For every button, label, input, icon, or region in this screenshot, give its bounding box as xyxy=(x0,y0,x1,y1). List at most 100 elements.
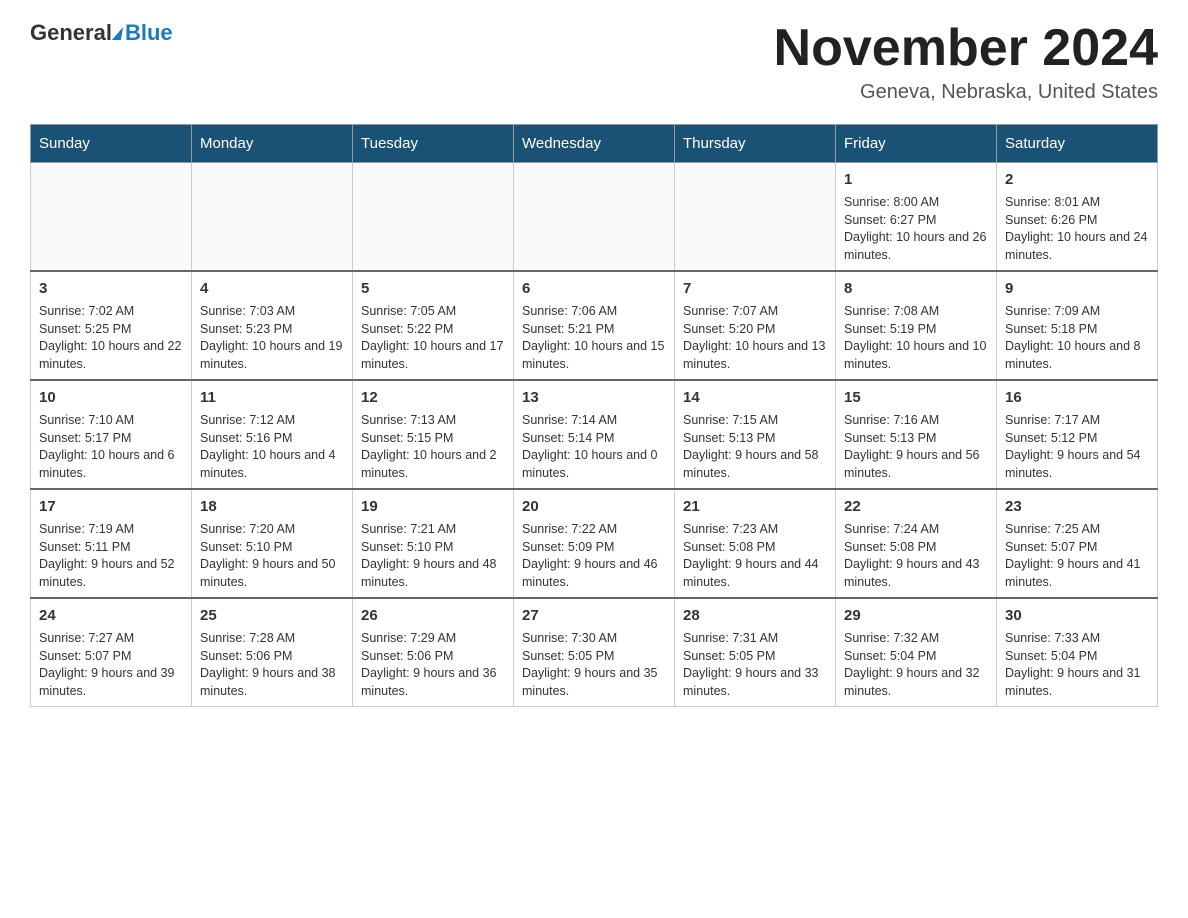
day-info: Sunrise: 7:02 AM Sunset: 5:25 PM Dayligh… xyxy=(39,303,183,373)
day-number: 23 xyxy=(1005,496,1149,517)
calendar-day-cell: 3Sunrise: 7:02 AM Sunset: 5:25 PM Daylig… xyxy=(31,271,192,380)
day-info: Sunrise: 7:30 AM Sunset: 5:05 PM Dayligh… xyxy=(522,630,666,700)
calendar-day-cell: 10 Sunrise: 7:10 AM Sunset: 5:17 PM Dayli… xyxy=(31,380,192,489)
weekday-header-sunday: Sunday xyxy=(31,125,192,163)
day-info: Sunrise: 7:13 AM Sunset: 5:15 PM Dayligh… xyxy=(361,412,505,482)
day-info: Sunrise: 7:09 AM Sunset: 5:18 PM Dayligh… xyxy=(1005,303,1149,373)
calendar-day-cell: 13 Sunrise: 7:14 AM Sunset: 5:14 PM Dayli… xyxy=(514,380,675,489)
calendar-day-cell: 12Sunrise: 7:13 AM Sunset: 5:15 PM Dayli… xyxy=(353,380,514,489)
day-number: 2 xyxy=(1005,169,1149,190)
page-header: General Blue November 2024 Geneva, Nebra… xyxy=(30,20,1158,104)
day-number: 18 xyxy=(200,496,344,517)
logo-blue-text: Blue xyxy=(125,20,173,46)
day-number: 10 xyxy=(39,387,183,408)
day-info: Sunrise: 7:23 AM Sunset: 5:08 PM Dayligh… xyxy=(683,521,827,591)
day-number: 19 xyxy=(361,496,505,517)
weekday-header-thursday: Thursday xyxy=(675,125,836,163)
day-info: Sunrise: 7:07 AM Sunset: 5:20 PM Dayligh… xyxy=(683,303,827,373)
calendar-day-cell xyxy=(514,163,675,272)
day-number: 20 xyxy=(522,496,666,517)
calendar-day-cell: 30 Sunrise: 7:33 AM Sunset: 5:04 PM Dayli… xyxy=(997,598,1158,707)
calendar-day-cell: 25Sunrise: 7:28 AM Sunset: 5:06 PM Dayli… xyxy=(192,598,353,707)
day-info: Sunrise: 7:29 AM Sunset: 5:06 PM Dayligh… xyxy=(361,630,505,700)
day-number: 27 xyxy=(522,605,666,626)
title-area: November 2024 Geneva, Nebraska, United S… xyxy=(774,20,1158,104)
calendar-day-cell: 11 Sunrise: 7:12 AM Sunset: 5:16 PM Dayli… xyxy=(192,380,353,489)
day-info: Sunrise: 7:12 AM Sunset: 5:16 PM Dayligh… xyxy=(200,412,344,482)
day-info: Sunrise: 7:25 AM Sunset: 5:07 PM Dayligh… xyxy=(1005,521,1149,591)
logo-general-text: General xyxy=(30,20,112,46)
day-info: Sunrise: 7:19 AM Sunset: 5:11 PM Dayligh… xyxy=(39,521,183,591)
calendar-day-cell: 27 Sunrise: 7:30 AM Sunset: 5:05 PM Dayli… xyxy=(514,598,675,707)
day-info: Sunrise: 7:32 AM Sunset: 5:04 PM Dayligh… xyxy=(844,630,988,700)
calendar-day-cell: 17Sunrise: 7:19 AM Sunset: 5:11 PM Dayli… xyxy=(31,489,192,598)
weekday-header-friday: Friday xyxy=(836,125,997,163)
day-info: Sunrise: 7:21 AM Sunset: 5:10 PM Dayligh… xyxy=(361,521,505,591)
day-number: 24 xyxy=(39,605,183,626)
day-info: Sunrise: 7:05 AM Sunset: 5:22 PM Dayligh… xyxy=(361,303,505,373)
day-number: 22 xyxy=(844,496,988,517)
day-info: Sunrise: 7:14 AM Sunset: 5:14 PM Dayligh… xyxy=(522,412,666,482)
calendar-day-cell: 14Sunrise: 7:15 AM Sunset: 5:13 PM Dayli… xyxy=(675,380,836,489)
calendar-day-cell: 9 Sunrise: 7:09 AM Sunset: 5:18 PM Daylig… xyxy=(997,271,1158,380)
calendar-day-cell xyxy=(353,163,514,272)
calendar-day-cell: 18Sunrise: 7:20 AM Sunset: 5:10 PM Dayli… xyxy=(192,489,353,598)
day-info: Sunrise: 7:17 AM Sunset: 5:12 PM Dayligh… xyxy=(1005,412,1149,482)
day-number: 8 xyxy=(844,278,988,299)
day-info: Sunrise: 7:06 AM Sunset: 5:21 PM Dayligh… xyxy=(522,303,666,373)
calendar-day-cell: 4Sunrise: 7:03 AM Sunset: 5:23 PM Daylig… xyxy=(192,271,353,380)
weekday-header-wednesday: Wednesday xyxy=(514,125,675,163)
calendar-day-cell: 23 Sunrise: 7:25 AM Sunset: 5:07 PM Dayli… xyxy=(997,489,1158,598)
main-title: November 2024 xyxy=(774,20,1158,77)
calendar-week-row: 1Sunrise: 8:00 AM Sunset: 6:27 PM Daylig… xyxy=(31,163,1158,272)
day-number: 15 xyxy=(844,387,988,408)
weekday-header-monday: Monday xyxy=(192,125,353,163)
calendar-day-cell: 26 Sunrise: 7:29 AM Sunset: 5:06 PM Dayli… xyxy=(353,598,514,707)
day-number: 30 xyxy=(1005,605,1149,626)
day-info: Sunrise: 7:22 AM Sunset: 5:09 PM Dayligh… xyxy=(522,521,666,591)
day-info: Sunrise: 7:31 AM Sunset: 5:05 PM Dayligh… xyxy=(683,630,827,700)
calendar-day-cell: 22 Sunrise: 7:24 AM Sunset: 5:08 PM Dayli… xyxy=(836,489,997,598)
day-info: Sunrise: 7:03 AM Sunset: 5:23 PM Dayligh… xyxy=(200,303,344,373)
calendar-day-cell xyxy=(31,163,192,272)
day-number: 5 xyxy=(361,278,505,299)
calendar-week-row: 10 Sunrise: 7:10 AM Sunset: 5:17 PM Dayli… xyxy=(31,380,1158,489)
calendar-day-cell xyxy=(675,163,836,272)
day-number: 25 xyxy=(200,605,344,626)
day-number: 28 xyxy=(683,605,827,626)
day-info: Sunrise: 7:27 AM Sunset: 5:07 PM Dayligh… xyxy=(39,630,183,700)
calendar-day-cell: 24 Sunrise: 7:27 AM Sunset: 5:07 PM Dayli… xyxy=(31,598,192,707)
day-number: 1 xyxy=(844,169,988,190)
weekday-header-tuesday: Tuesday xyxy=(353,125,514,163)
calendar-day-cell: 15 Sunrise: 7:16 AM Sunset: 5:13 PM Dayli… xyxy=(836,380,997,489)
day-info: Sunrise: 8:01 AM Sunset: 6:26 PM Dayligh… xyxy=(1005,194,1149,264)
day-info: Sunrise: 7:33 AM Sunset: 5:04 PM Dayligh… xyxy=(1005,630,1149,700)
day-number: 13 xyxy=(522,387,666,408)
day-number: 6 xyxy=(522,278,666,299)
calendar-day-cell: 16 Sunrise: 7:17 AM Sunset: 5:12 PM Dayli… xyxy=(997,380,1158,489)
logo: General Blue xyxy=(30,20,173,46)
calendar-day-cell: 21 Sunrise: 7:23 AM Sunset: 5:08 PM Dayli… xyxy=(675,489,836,598)
day-info: Sunrise: 7:10 AM Sunset: 5:17 PM Dayligh… xyxy=(39,412,183,482)
day-info: Sunrise: 7:15 AM Sunset: 5:13 PM Dayligh… xyxy=(683,412,827,482)
day-number: 26 xyxy=(361,605,505,626)
day-number: 7 xyxy=(683,278,827,299)
calendar-day-cell: 8 Sunrise: 7:08 AM Sunset: 5:19 PM Daylig… xyxy=(836,271,997,380)
calendar-day-cell: 1Sunrise: 8:00 AM Sunset: 6:27 PM Daylig… xyxy=(836,163,997,272)
calendar-week-row: 24 Sunrise: 7:27 AM Sunset: 5:07 PM Dayli… xyxy=(31,598,1158,707)
subtitle: Geneva, Nebraska, United States xyxy=(774,81,1158,104)
day-number: 29 xyxy=(844,605,988,626)
calendar-day-cell: 6 Sunrise: 7:06 AM Sunset: 5:21 PM Daylig… xyxy=(514,271,675,380)
day-info: Sunrise: 7:08 AM Sunset: 5:19 PM Dayligh… xyxy=(844,303,988,373)
day-info: Sunrise: 7:16 AM Sunset: 5:13 PM Dayligh… xyxy=(844,412,988,482)
day-number: 11 xyxy=(200,387,344,408)
calendar-day-cell: 29 Sunrise: 7:32 AM Sunset: 5:04 PM Dayli… xyxy=(836,598,997,707)
calendar-day-cell xyxy=(192,163,353,272)
day-number: 21 xyxy=(683,496,827,517)
calendar-day-cell: 5 Sunrise: 7:05 AM Sunset: 5:22 PM Daylig… xyxy=(353,271,514,380)
day-number: 9 xyxy=(1005,278,1149,299)
day-info: Sunrise: 7:24 AM Sunset: 5:08 PM Dayligh… xyxy=(844,521,988,591)
calendar-day-cell: 19 Sunrise: 7:21 AM Sunset: 5:10 PM Dayli… xyxy=(353,489,514,598)
day-number: 16 xyxy=(1005,387,1149,408)
calendar-table: SundayMondayTuesdayWednesdayThursdayFrid… xyxy=(30,124,1158,707)
